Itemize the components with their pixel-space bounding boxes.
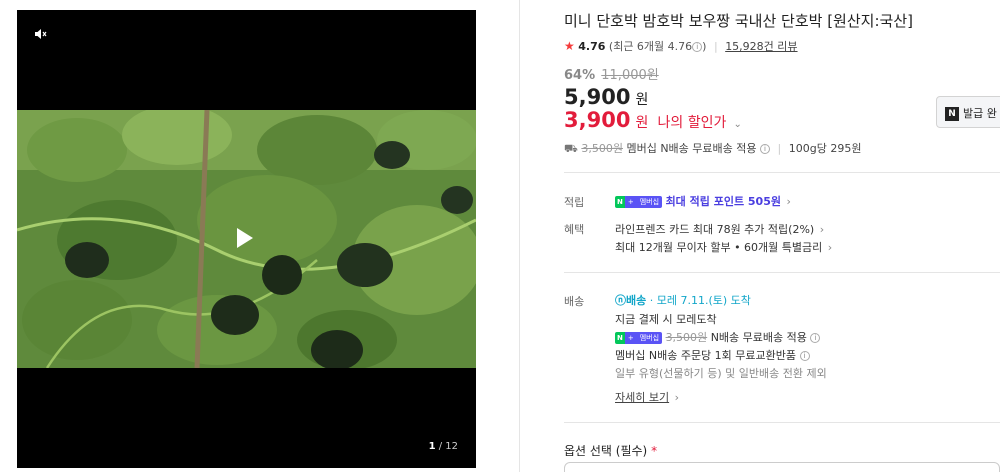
membership-badge: N + 멤버십 [615, 332, 663, 344]
original-price: 11,000원 [601, 68, 659, 83]
reviews-link[interactable]: 15,928건 리뷰 [725, 40, 797, 53]
perks-label: 혜택 [564, 223, 585, 236]
discount-row: 64% 11,000원 [564, 64, 659, 83]
separator: | [777, 142, 782, 155]
info-icon[interactable]: i [810, 333, 821, 343]
delivery-label: 배송 [564, 295, 585, 308]
points-row[interactable]: N + 멤버십 최대 적립 포인트 505원 › [615, 193, 791, 209]
delivery-free-text: N배송 무료배송 적용 [710, 331, 807, 344]
required-mark: * [651, 444, 658, 458]
my-price-unit: 원 [635, 115, 649, 131]
coupon-button[interactable]: N 발급 완 [936, 96, 1000, 128]
perk-card[interactable]: 라인프렌즈 카드 최대 78원 추가 적립(2%) › [615, 221, 824, 237]
product-info: 미니 단호박 밤호박 보우짱 국내산 단호박 [원산지:국산] ★ 4.76 (… [564, 0, 1000, 472]
perk-installment-text: 최대 12개월 무이자 할부 • 60개월 특별금리 [615, 241, 823, 254]
info-icon[interactable]: i [760, 144, 771, 154]
option-select-label: 옵션 선택 (필수) * [564, 442, 657, 459]
chevron-down-icon[interactable]: ⌄ [733, 119, 741, 130]
shipping-summary: ⛟ 3,500원 멤버십 N배송 무료배송 적용 i | 100g당 295원 [564, 140, 861, 157]
delivery-line4: 일부 유형(선물하기 등) 및 일반배송 전환 제외 [615, 367, 827, 380]
my-price-label: 나의 할인가 [657, 115, 727, 131]
delivery-line3: 멤버십 N배송 주문당 1회 무료교환반품 i [615, 347, 810, 363]
delivery-line2: N + 멤버십 3,500원 N배송 무료배송 적용 i [615, 329, 821, 345]
sale-price: 5,900 원 [564, 85, 648, 109]
counter-total: / 12 [438, 441, 458, 452]
media-counter: 1 / 12 [429, 441, 458, 452]
chevron-right-icon: › [819, 223, 825, 236]
more-details-link[interactable]: 자세히 보기 [615, 391, 669, 404]
shipping-fee-original: 3,500원 [581, 142, 623, 155]
rating-recent: (최근 6개월 4.76 [608, 40, 693, 53]
truck-icon: ⛟ [564, 142, 578, 155]
max-points: 최대 적립 포인트 505원 [665, 195, 781, 208]
rating-row: ★ 4.76 (최근 6개월 4.76 i) | 15,928건 리뷰 [564, 39, 798, 53]
points-label: 적립 [564, 196, 585, 209]
discount-percent: 64% [564, 68, 596, 83]
shipping-text: 멤버십 N배송 무료배송 적용 [626, 142, 757, 155]
my-discount-price[interactable]: 3,900 원 나의 할인가 ⌄ [564, 108, 742, 132]
section-divider [564, 272, 1000, 273]
mute-icon[interactable] [35, 28, 47, 42]
membership-badge: N + 멤버십 [615, 196, 663, 208]
product-title: 미니 단호박 밤호박 보우짱 국내산 단호박 [원산지:국산] [564, 12, 913, 30]
counter-current: 1 [428, 441, 436, 452]
price-unit: 원 [635, 92, 649, 108]
n-delivery-badge: ⓝ배송 [615, 294, 647, 307]
product-media-viewer[interactable]: 1 / 12 [17, 10, 476, 468]
perk-installment[interactable]: 최대 12개월 무이자 할부 • 60개월 특별금리 › [615, 239, 832, 255]
delivery-date: · 모레 7.11.(토) 도착 [649, 294, 751, 307]
play-icon[interactable] [237, 228, 253, 248]
n-delivery-icon: ⓝ [615, 294, 626, 307]
delivery-fee-original: 3,500원 [665, 331, 708, 344]
chevron-right-icon: › [674, 391, 680, 404]
delivery-line1: 지금 결제 시 모레도착 [615, 313, 717, 326]
separator: | [713, 40, 718, 53]
return-policy-text: 멤버십 N배송 주문당 1회 무료교환반품 [615, 349, 797, 362]
option-select-dropdown[interactable] [564, 462, 1000, 472]
info-icon[interactable]: i [799, 351, 810, 361]
delivery-eta: ⓝ배송 · 모레 7.11.(토) 도착 [615, 292, 751, 308]
coupon-label: 발급 완 [963, 107, 997, 120]
option-label: 옵션 선택 (필수) [564, 444, 648, 458]
info-icon[interactable]: i [692, 42, 703, 52]
star-icon: ★ [564, 39, 575, 53]
column-divider [519, 0, 520, 472]
perk-card-text: 라인프렌즈 카드 최대 78원 추가 적립(2%) [615, 223, 815, 236]
product-page: 1 / 12 미니 단호박 밤호박 보우짱 국내산 단호박 [원산지:국산] ★… [0, 0, 1000, 472]
chevron-right-icon: › [827, 241, 833, 254]
chevron-right-icon: › [786, 195, 791, 208]
section-divider [564, 422, 1000, 423]
my-price-value: 3,900 [564, 108, 631, 132]
delivery-more-link[interactable]: 자세히 보기 › [615, 389, 679, 405]
naver-n-icon: N [945, 107, 959, 121]
unit-price: 100g당 295원 [788, 142, 862, 155]
rating-score: 4.76 [578, 40, 606, 53]
section-divider [564, 172, 1000, 173]
price-value: 5,900 [564, 85, 631, 109]
